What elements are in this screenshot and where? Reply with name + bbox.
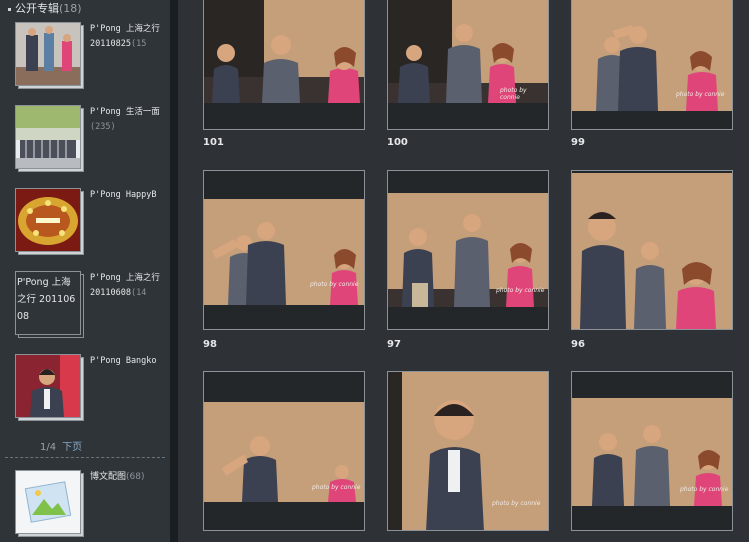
album-cover-image xyxy=(16,106,80,168)
pager: 1/4 下页 xyxy=(40,438,82,453)
album-cover-image xyxy=(16,355,80,417)
photo-label: 101 xyxy=(203,137,224,148)
image-placeholder-icon xyxy=(16,471,80,533)
photo-thumbnail[interactable]: photo by connie xyxy=(387,170,549,330)
photo-watermark: photo by connie xyxy=(312,484,361,491)
album-title[interactable]: P'Pong 上海之行 20110825(15 xyxy=(90,22,170,52)
photo-label: 98 xyxy=(203,339,217,350)
album-cover-text: P'Pong 上海之行 20110608 xyxy=(17,277,76,322)
photo-watermark: photo by connie xyxy=(492,500,541,507)
photo-watermark: photo by connie xyxy=(310,281,359,288)
album-cover[interactable]: P'Pong 上海之行 20110608 xyxy=(15,271,85,338)
sidebar-divider xyxy=(170,0,178,542)
photo-thumbnail[interactable]: photo by connie xyxy=(571,0,733,130)
public-albums-header[interactable]: 公开专辑(18) xyxy=(8,0,82,15)
album-cover-image xyxy=(16,23,80,85)
album-title[interactable]: P'Pong HappyB xyxy=(90,188,170,203)
page-indicator: 1/4 xyxy=(40,442,57,453)
photo-watermark: photo by connie xyxy=(676,91,725,98)
public-albums-count: (18) xyxy=(59,2,82,15)
photo-thumbnail[interactable]: photo by connie xyxy=(387,371,549,531)
album-cover[interactable] xyxy=(15,105,85,172)
photo-label: 96 xyxy=(571,339,585,350)
next-page-link[interactable]: 下页 xyxy=(62,442,82,453)
photo-watermark: photo by connie xyxy=(496,287,545,294)
album-title[interactable]: P'Pong Bangko xyxy=(90,354,170,369)
album-cover[interactable] xyxy=(15,22,85,89)
photo-label: 97 xyxy=(387,339,401,350)
photo-thumbnail[interactable]: photo by connie xyxy=(571,371,733,531)
photo-watermark: photo by connie xyxy=(680,486,729,493)
photo-image xyxy=(388,372,548,530)
photo-grid: photo by connie photo by connie 101 100 … xyxy=(178,0,749,542)
photo-thumbnail[interactable]: photo by connie xyxy=(387,0,549,130)
photo-label: 100 xyxy=(387,137,408,148)
dotted-divider xyxy=(5,457,165,458)
photo-thumbnail[interactable] xyxy=(203,0,365,130)
album-title[interactable]: P'Pong 上海之行 20110608(14 xyxy=(90,271,170,301)
photo-thumbnail[interactable] xyxy=(571,170,733,330)
public-albums-title: 公开专辑 xyxy=(15,2,59,15)
sidebar: 公开专辑(18) P'Pong 上海之行 20110825(15 P'Pong … xyxy=(0,0,170,542)
bullet-icon xyxy=(8,7,11,11)
photo-thumbnail[interactable]: photo by connie xyxy=(203,371,365,531)
photo-thumbnail[interactable]: photo by connie xyxy=(203,170,365,330)
album-title[interactable]: 博文配图(68) xyxy=(90,470,170,485)
album-cover[interactable] xyxy=(15,354,85,421)
photo-watermark: photo by connie xyxy=(500,87,527,101)
album-cover[interactable] xyxy=(15,188,85,255)
album-cover[interactable] xyxy=(15,470,85,537)
photo-image xyxy=(204,0,364,103)
album-title[interactable]: P'Pong 生活一面(235) xyxy=(90,105,170,135)
photo-image xyxy=(572,173,732,329)
photo-label: 99 xyxy=(571,137,585,148)
album-cover-image xyxy=(16,189,80,251)
photo-image xyxy=(204,199,364,305)
